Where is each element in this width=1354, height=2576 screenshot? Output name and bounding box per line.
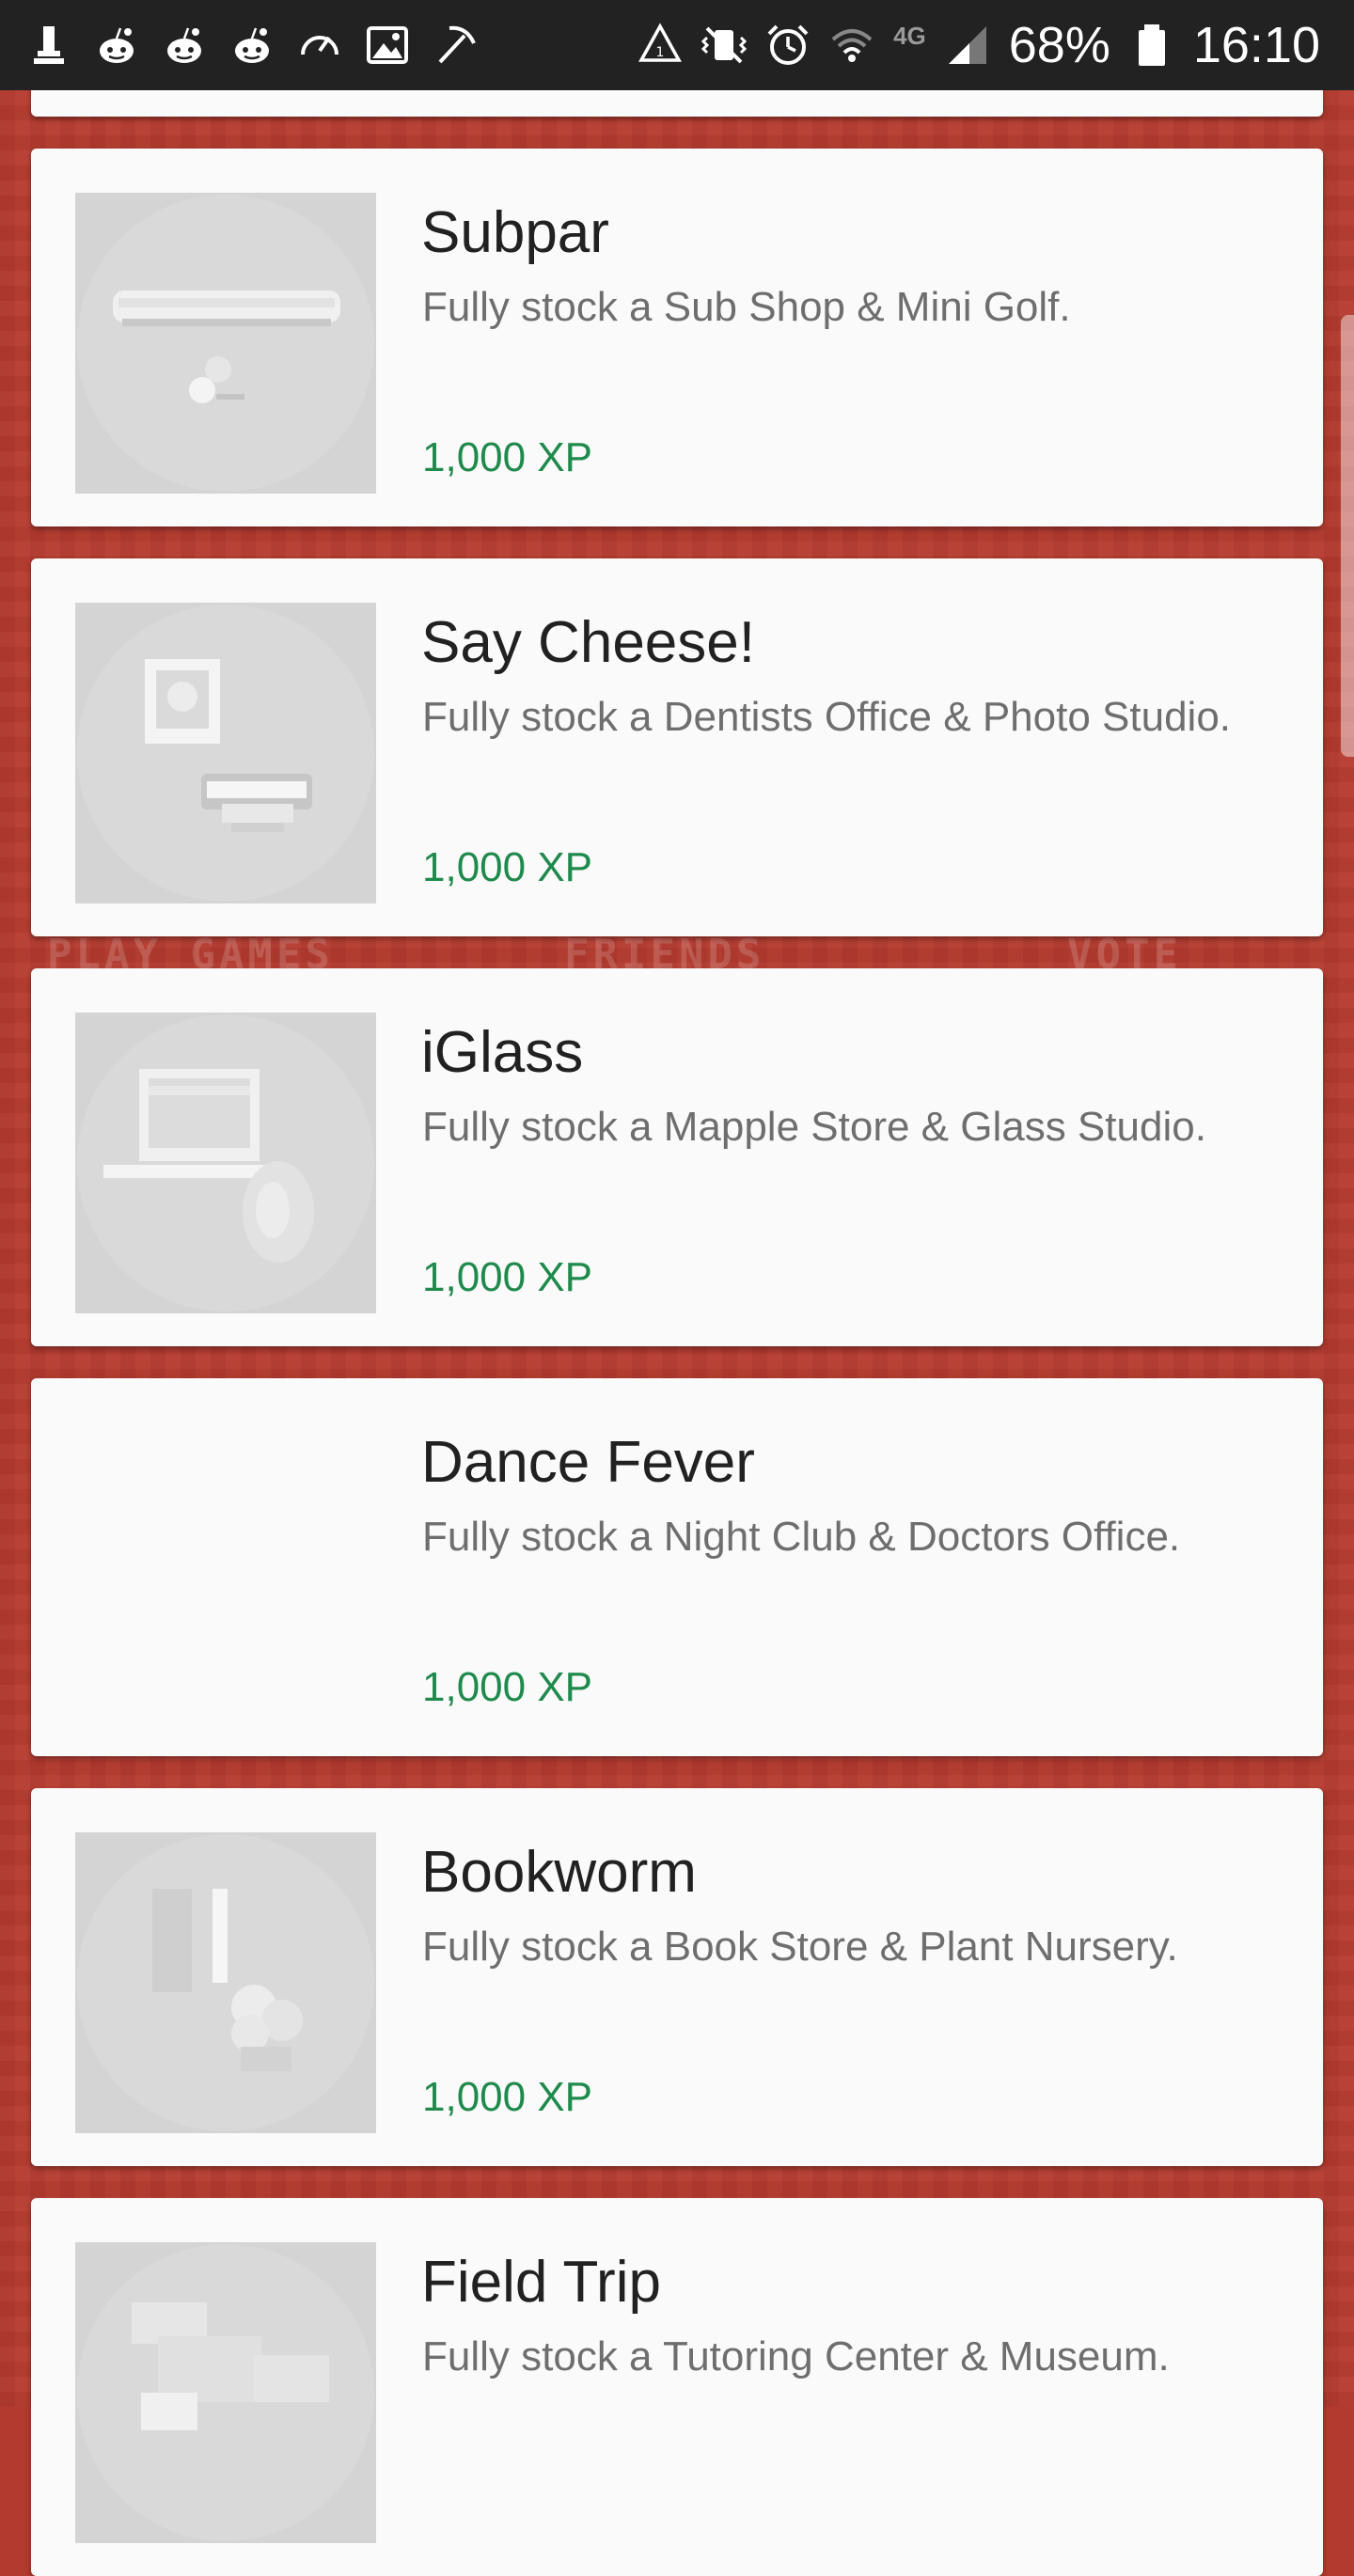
network-type: 4G xyxy=(893,21,926,50)
achievement-description: Fully stock a Mapple Store & Glass Studi… xyxy=(422,1104,1206,1150)
image-icon xyxy=(365,23,410,68)
achievement-card: iGlass Fully stock a Mapple Store & Glas… xyxy=(31,968,1323,1346)
sub-sandwich-golf-icon xyxy=(75,193,376,494)
notification-icons xyxy=(26,0,478,90)
scrollbar[interactable] xyxy=(1341,315,1354,757)
reddit-icon xyxy=(229,23,275,68)
vibrate-mute-icon xyxy=(701,23,748,68)
system-status: 1 4G 68% 16:10 xyxy=(638,0,1320,90)
photo-teeth-icon xyxy=(75,603,376,903)
battery-percent: 68% xyxy=(1008,17,1110,73)
battery-icon xyxy=(1129,23,1174,68)
speedometer-icon xyxy=(297,23,342,68)
achievement-description: Fully stock a Sub Shop & Mini Golf. xyxy=(422,284,1071,330)
achievement-description: Fully stock a Tutoring Center & Museum. xyxy=(422,2333,1170,2380)
alarm-icon xyxy=(765,23,811,68)
achievement-card: Dance Fever Fully stock a Night Club & D… xyxy=(31,1378,1323,1756)
achievement-xp: 1,000 XP xyxy=(422,2074,593,2120)
achievement-xp: 1,000 XP xyxy=(422,434,593,480)
achievement-title: iGlass xyxy=(421,1020,584,1085)
achievement-title: Field Trip xyxy=(421,2250,661,2315)
achievement-xp: 1,000 XP xyxy=(422,1664,593,1710)
svg-text:1: 1 xyxy=(656,45,665,60)
pickaxe-icon xyxy=(433,23,478,68)
clock: 16:10 xyxy=(1192,17,1320,73)
achievement-card: Bookworm Fully stock a Book Store & Plan… xyxy=(31,1788,1323,2166)
laptop-glass-icon xyxy=(75,1013,376,1313)
achievement-title: Bookworm xyxy=(421,1840,697,1905)
achievement-title: Say Cheese! xyxy=(421,610,755,675)
achievement-title: Dance Fever xyxy=(421,1430,755,1495)
reddit-icon xyxy=(94,23,139,68)
achievement-description: Fully stock a Night Club & Doctors Offic… xyxy=(422,1514,1181,1560)
achievement-card: Subpar Fully stock a Sub Shop & Mini Gol… xyxy=(31,149,1323,526)
recycle-warning-icon: 1 xyxy=(638,23,683,68)
achievement-xp: 1,000 XP xyxy=(422,844,593,890)
signal-icon xyxy=(945,23,990,68)
reddit-icon xyxy=(162,23,207,68)
achievement-card: Say Cheese! Fully stock a Dentists Offic… xyxy=(31,558,1323,936)
status-bar: 1 4G 68% 16:10 xyxy=(0,0,1354,90)
achievement-xp: 1,000 XP xyxy=(422,1254,593,1300)
achievement-description: Fully stock a Dentists Office & Photo St… xyxy=(422,694,1232,740)
dinosaur-icon xyxy=(75,2242,376,2543)
book-plant-icon xyxy=(75,1832,376,2133)
achievement-card: Field Trip Fully stock a Tutoring Center… xyxy=(31,2198,1323,2576)
achievement-description: Fully stock a Book Store & Plant Nursery… xyxy=(422,1924,1178,1970)
usb-tower-icon xyxy=(26,23,71,68)
achievement-title: Subpar xyxy=(421,200,609,265)
wifi-icon xyxy=(829,23,874,68)
